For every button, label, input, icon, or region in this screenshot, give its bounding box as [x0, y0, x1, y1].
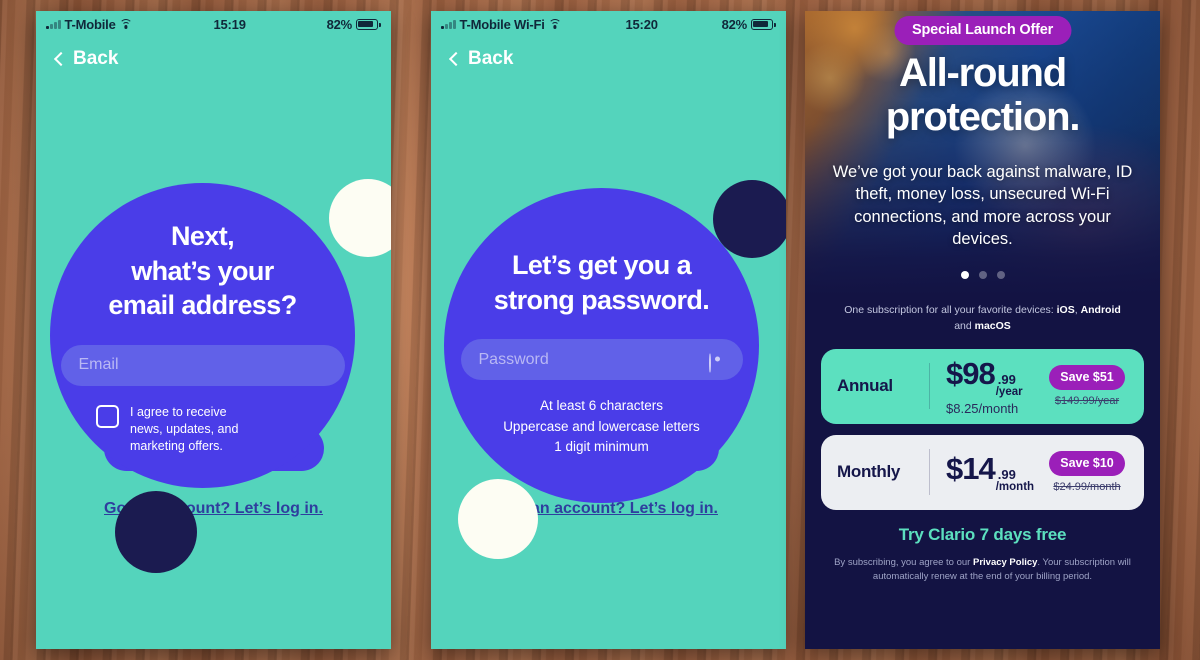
paywall-title: All-round protection.: [805, 51, 1160, 139]
password-rule-item: At least 6 characters: [539, 398, 664, 414]
battery-percent-label: 82%: [326, 16, 353, 32]
plan-price-stack: .99 /year: [995, 371, 1023, 399]
page-title-line-1: Let’s get you a: [511, 250, 692, 280]
back-button-label: Back: [468, 48, 514, 69]
password-rule-item: Uppercase and lowercase letters: [503, 418, 700, 434]
back-button[interactable]: Back: [36, 37, 391, 70]
onboarding-stage: Next, what’s your email address? Email I…: [36, 70, 391, 573]
status-bar-right: 82%: [721, 16, 776, 32]
onboarding-stage: Let’s get you a strong password. Passwor…: [431, 70, 786, 559]
plan-price-fraction: .99: [997, 466, 1016, 482]
plan-option-annual[interactable]: Annual $98 .99 /year $8.25/month Save $5…: [821, 348, 1144, 424]
carousel-dots[interactable]: [805, 271, 1160, 279]
devices-note-macos: macOS: [974, 319, 1011, 332]
carrier-label: T-Mobile Wi-Fi: [459, 16, 545, 32]
plan-name: Monthly: [837, 462, 901, 481]
page-title-line-3: email address?: [108, 290, 297, 321]
battery-percent-label: 82%: [721, 16, 748, 32]
plan-price-fraction: .99: [997, 371, 1016, 387]
chevron-left-icon: [448, 51, 464, 66]
paywall-title-line-2: protection.: [885, 95, 1081, 139]
terms-text: By subscribing, you agree to our Privacy…: [805, 545, 1160, 585]
password-field-placeholder: Password: [478, 350, 549, 368]
phone-screen-paywall: T-Mobile Wi-Fi 15:21 82% Special Launch …: [805, 11, 1160, 649]
devices-note-android: Android: [1080, 304, 1121, 316]
phone-screen-email-signup: T-Mobile 15:19 82% Back Next, what’s you…: [36, 11, 391, 649]
wifi-icon: [548, 19, 562, 29]
login-link[interactable]: Got an account? Let’s log in.: [36, 500, 391, 518]
clock-label: 15:20: [625, 16, 658, 32]
page-title-line-1: Next,: [170, 221, 235, 251]
signal-bars-icon: [441, 19, 456, 29]
hero-banner: T-Mobile Wi-Fi 15:21 82% Special Launch …: [805, 11, 1160, 295]
plan-price-stack: .99 /month: [995, 466, 1035, 494]
paywall-title-line-1: All-round: [899, 51, 1067, 95]
back-button[interactable]: Back: [431, 37, 786, 70]
plan-price-subtext: $8.25/month: [946, 401, 1019, 417]
plan-savings-block: Save $10 $24.99/month: [1044, 451, 1130, 493]
carousel-dot-2[interactable]: [978, 271, 987, 279]
devices-note-and: and: [954, 319, 975, 332]
paywall-subtitle: We’ve got your back against malware, ID …: [832, 163, 1133, 249]
save-badge: Save $51: [1049, 365, 1125, 390]
plan-price-block: $98 .99 /year $8.25/month: [930, 356, 1044, 417]
save-badge: Save $10: [1049, 451, 1125, 476]
email-field-placeholder: Email: [78, 356, 119, 374]
phone-screen-password-signup: T-Mobile Wi-Fi 15:20 82% Back Let’s get …: [431, 11, 786, 649]
terms-text-pre: By subscribing, you agree to our: [834, 556, 973, 568]
decorative-circle-white: [458, 479, 538, 559]
clock-label: 15:19: [213, 16, 246, 32]
plan-option-monthly[interactable]: Monthly $14 .99 /month Save $10 $24.99/m…: [821, 434, 1144, 510]
plan-original-price: $24.99/month: [1053, 481, 1121, 493]
battery-icon: [356, 18, 381, 30]
signup-circle-card: Next, what’s your email address? Email I…: [50, 183, 355, 488]
marketing-consent-label: I agree to receive news, updates, and ma…: [130, 404, 239, 454]
special-offer-badge: Special Launch Offer: [893, 16, 1072, 45]
wifi-icon: [119, 19, 133, 29]
devices-note: One subscription for all your favorite d…: [805, 295, 1160, 335]
carrier-label: T-Mobile: [64, 16, 116, 32]
devices-note-ios: iOS: [1056, 304, 1075, 316]
plan-price-row: $14 .99 /month: [946, 451, 1044, 494]
marketing-consent-row[interactable]: I agree to receive news, updates, and ma…: [50, 404, 250, 456]
password-field[interactable]: Password: [460, 339, 743, 381]
plan-savings-block: Save $51 $149.99/year: [1044, 365, 1130, 407]
plan-original-price: $149.99/year: [1054, 395, 1120, 407]
status-bar-right: 82%: [326, 16, 381, 32]
password-rules-list: At least 6 characters Uppercase and lowe…: [503, 396, 700, 458]
carousel-dot-1[interactable]: [960, 271, 969, 279]
marketing-consent-checkbox[interactable]: [96, 404, 119, 428]
chevron-left-icon: [53, 51, 69, 66]
plan-list: Annual $98 .99 /year $8.25/month Save $5…: [805, 335, 1160, 510]
status-bar-left: T-Mobile Wi-Fi: [441, 17, 562, 32]
decorative-circle-white: [329, 179, 391, 257]
privacy-policy-link[interactable]: Privacy Policy: [973, 557, 1037, 568]
password-rule-item: 1 digit minimum: [554, 439, 649, 455]
plan-price-period: /year: [995, 386, 1023, 399]
page-title: Let’s get you a strong password.: [493, 248, 710, 317]
status-bar: T-Mobile 15:19 82%: [36, 11, 391, 37]
battery-icon: [751, 18, 776, 30]
plan-price-row: $98 .99 /year: [946, 356, 1044, 399]
plan-price-period: /month: [995, 481, 1035, 494]
carousel-dot-3[interactable]: [996, 271, 1005, 279]
devices-note-pre: One subscription for all your favorite d…: [844, 304, 1057, 316]
eye-icon[interactable]: [708, 353, 727, 373]
decorative-circle-navy: [115, 491, 197, 573]
plan-price-main: $14: [946, 450, 996, 486]
plan-name: Annual: [837, 376, 893, 395]
signal-bars-icon: [46, 19, 61, 29]
plan-price-block: $14 .99 /month: [930, 451, 1044, 494]
status-bar-left: T-Mobile: [46, 17, 133, 32]
page-title-line-2: strong password.: [493, 284, 710, 315]
plan-price-main: $98: [946, 355, 996, 391]
page-title: Next, what’s your email address?: [108, 219, 297, 323]
status-bar: T-Mobile Wi-Fi 15:20 82%: [431, 11, 786, 37]
password-circle-card: Let’s get you a strong password. Passwor…: [444, 188, 759, 503]
page-title-line-2: what’s your: [131, 255, 274, 286]
email-field[interactable]: Email: [60, 344, 345, 386]
back-button-label: Back: [73, 48, 119, 69]
free-trial-button[interactable]: Try Clario 7 days free: [805, 525, 1160, 545]
